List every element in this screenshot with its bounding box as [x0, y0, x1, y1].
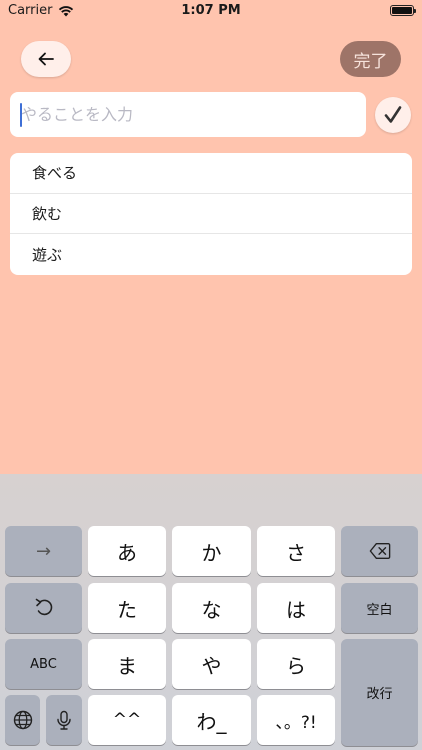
kana-key-ka[interactable]: か: [172, 526, 251, 576]
done-button[interactable]: 完了: [340, 41, 401, 77]
kana-key-ha[interactable]: は: [257, 583, 335, 633]
kana-key-na[interactable]: な: [172, 583, 251, 633]
suggestion-item[interactable]: 食べる: [10, 153, 412, 194]
status-time: 1:07 PM: [181, 3, 241, 18]
microphone-icon: [57, 710, 71, 730]
kana-key-ma[interactable]: ま: [88, 639, 166, 689]
suggestion-list: 食べる 飲む 遊ぶ: [10, 153, 412, 275]
todo-input[interactable]: [10, 92, 366, 137]
kana-key-wa[interactable]: わ_: [172, 695, 251, 745]
abc-key[interactable]: ABC: [5, 639, 82, 689]
next-candidate-key[interactable]: →: [5, 526, 82, 576]
undo-key[interactable]: [5, 583, 82, 633]
kana-key-ra[interactable]: ら: [257, 639, 335, 689]
kana-key-ta[interactable]: た: [88, 583, 166, 633]
return-key[interactable]: 改行: [341, 639, 418, 746]
kana-key-ya[interactable]: や: [172, 639, 251, 689]
undo-icon: [35, 598, 52, 616]
submit-button[interactable]: [375, 97, 411, 133]
back-button[interactable]: [21, 41, 71, 77]
japanese-kana-keyboard: → あ か さ た な は 空白 ABC ま や ら 改行 ^^ わ_ 、。?!: [0, 474, 422, 750]
text-cursor: [20, 103, 22, 127]
kana-key-sa[interactable]: さ: [257, 526, 335, 576]
status-bar: Carrier 1:07 PM: [0, 0, 422, 22]
delete-key[interactable]: [341, 526, 418, 576]
kana-key-a[interactable]: あ: [88, 526, 166, 576]
suggestion-item[interactable]: 飲む: [10, 194, 412, 235]
arrow-left-icon: [38, 52, 54, 66]
microphone-key[interactable]: [46, 695, 82, 745]
globe-icon: [13, 710, 32, 730]
globe-key[interactable]: [5, 695, 40, 745]
punctuation-key[interactable]: 、。?!: [257, 695, 335, 745]
space-key[interactable]: 空白: [341, 583, 418, 633]
suggestion-item[interactable]: 遊ぶ: [10, 234, 412, 275]
delete-backspace-icon: [369, 542, 390, 560]
battery-icon: [390, 5, 416, 16]
checkmark-icon: [384, 106, 402, 123]
kana-key-dakuten[interactable]: ^^: [88, 695, 166, 745]
